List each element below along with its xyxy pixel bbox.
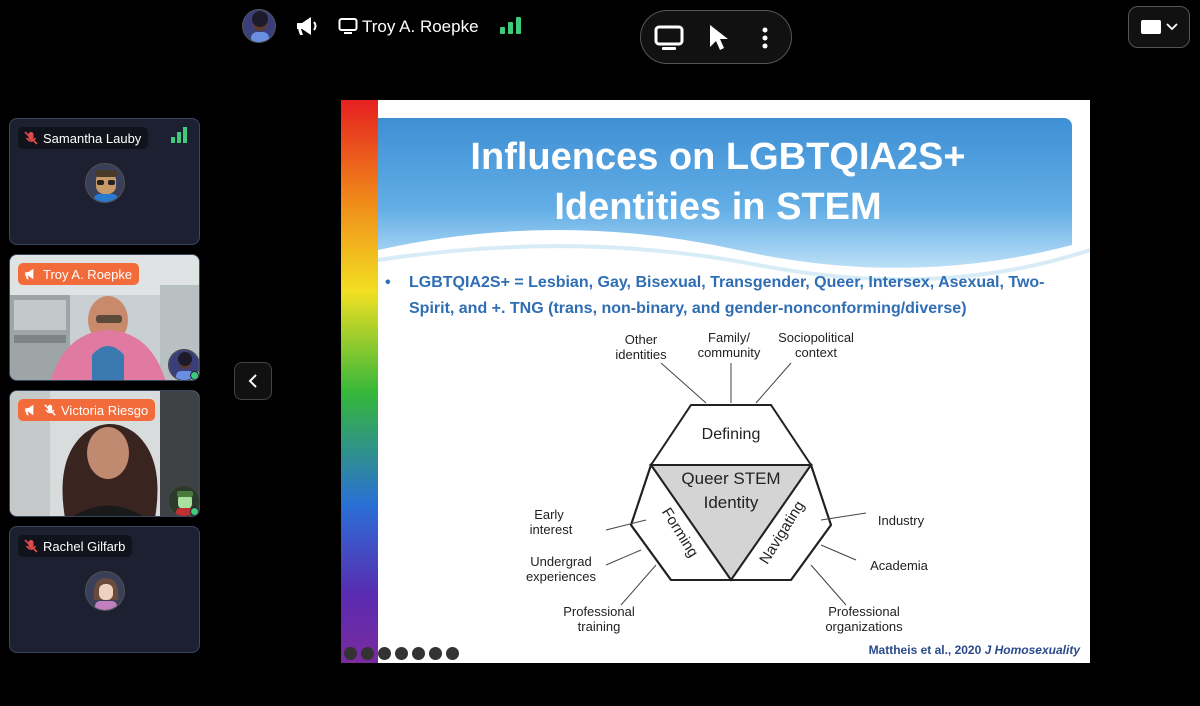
- label-sociopolitical-context: Sociopolitical: [778, 330, 854, 345]
- camera-icon[interactable]: [412, 647, 425, 660]
- mic-muted-icon: [24, 131, 38, 145]
- online-indicator: [190, 371, 199, 380]
- zoom-icon[interactable]: [378, 647, 391, 660]
- center-label-line1: Queer STEM: [681, 469, 780, 488]
- participant-tile[interactable]: Victoria Riesgo: [9, 390, 200, 517]
- bullet-point-icon: •: [385, 274, 391, 291]
- megaphone-icon: [25, 404, 34, 416]
- chevron-left-icon: [248, 374, 257, 388]
- shared-slide: Influences on LGBTQIA2S+ Identities in S…: [341, 100, 1090, 663]
- participant-tile[interactable]: Rachel Gilfarb: [9, 526, 200, 653]
- megaphone-icon[interactable]: [294, 14, 320, 38]
- signal-strength-icon: [171, 127, 187, 143]
- label-sociopolitical-context: context: [795, 345, 837, 360]
- label-family-community: Family/: [708, 330, 750, 345]
- mic-muted-icon: [44, 404, 56, 416]
- participant-namebar: Rachel Gilfarb: [18, 535, 133, 557]
- mic-muted-icon: [24, 539, 38, 553]
- next-slide-icon[interactable]: [446, 647, 459, 660]
- label-professional-organizations: Professional: [828, 604, 900, 619]
- presenter-avatar: [242, 9, 276, 43]
- screen-view-button[interactable]: [647, 11, 691, 65]
- bullet-text: LGBTQIA2S+ = Lesbian, Gay, Bisexual, Tra…: [409, 274, 1045, 317]
- label-academia: Academia: [870, 558, 929, 573]
- participant-name: Troy A. Roepke: [43, 266, 133, 282]
- label-other-identities: identities: [615, 347, 667, 362]
- label-undergrad-experiences: experiences: [526, 569, 597, 584]
- pointer-button[interactable]: [695, 11, 739, 65]
- pen-icon[interactable]: [361, 647, 374, 660]
- online-indicator: [190, 507, 199, 516]
- rainbow-stripe: [341, 100, 378, 663]
- center-label-line2: Identity: [704, 493, 759, 512]
- captions-icon[interactable]: [395, 647, 408, 660]
- previous-slide-icon[interactable]: [344, 647, 357, 660]
- participant-avatar: [85, 571, 125, 611]
- participant-name: Rachel Gilfarb: [43, 538, 126, 554]
- participant-namebar: Samantha Lauby: [18, 127, 149, 149]
- meeting-window: Troy A. Roepke Samantha Lauby Troy A. Ro…: [0, 0, 1200, 706]
- label-industry: Industry: [878, 513, 925, 528]
- label-early-interest: interest: [530, 522, 573, 537]
- more-vertical-icon: [762, 27, 768, 49]
- label-family-community: community: [698, 345, 761, 360]
- avatar-illustration: [243, 10, 275, 42]
- label-professional-training: Professional: [563, 604, 635, 619]
- more-options-button[interactable]: [743, 11, 787, 65]
- slide-title: Influences on LGBTQIA2S+ Identities in S…: [378, 132, 1058, 232]
- layout-icon: [1141, 20, 1161, 34]
- screen-share-icon: [338, 16, 358, 36]
- participant-name: Samantha Lauby: [43, 130, 142, 146]
- participant-name: Victoria Riesgo: [61, 402, 149, 418]
- chevron-down-icon: [1166, 23, 1178, 31]
- label-early-interest: Early: [534, 507, 564, 522]
- presenter-name: Troy A. Roepke: [362, 17, 479, 36]
- defining-label: Defining: [702, 426, 761, 443]
- identity-diagram: Defining Queer STEM Identity Forming Nav…: [526, 330, 929, 634]
- presentation-controls: [640, 10, 792, 64]
- layout-view-button[interactable]: [1128, 6, 1190, 48]
- label-other-identities: Other: [625, 332, 658, 347]
- slide-title-line: Influences on LGBTQIA2S+: [470, 136, 966, 178]
- label-professional-training: training: [578, 619, 621, 634]
- signal-strength-icon: [500, 14, 521, 34]
- megaphone-icon: [25, 268, 34, 280]
- label-undergrad-experiences: Undergrad: [530, 554, 591, 569]
- citation-journal: J Homosexuality: [984, 643, 1080, 657]
- participant-namebar: Troy A. Roepke: [18, 263, 140, 285]
- participant-avatar: [85, 163, 125, 203]
- more-icon[interactable]: [429, 647, 442, 660]
- slide-bullet: • LGBTQIA2S+ = Lesbian, Gay, Bisexual, T…: [385, 270, 1075, 322]
- slide-toolbar: [344, 647, 459, 660]
- citation-authors: Mattheis et al., 2020: [868, 643, 985, 657]
- cursor-icon: [710, 25, 728, 50]
- participant-namebar: Victoria Riesgo: [18, 399, 156, 421]
- label-professional-organizations: organizations: [825, 619, 903, 634]
- collapse-sidebar-button[interactable]: [234, 362, 272, 400]
- slide-citation: Mattheis et al., 2020 J Homosexuality: [869, 643, 1080, 657]
- participant-tile[interactable]: Samantha Lauby: [9, 118, 200, 245]
- slide-title-line: Identities in STEM: [554, 186, 882, 228]
- participant-tile[interactable]: Troy A. Roepke: [9, 254, 200, 381]
- monitor-icon: [654, 25, 684, 50]
